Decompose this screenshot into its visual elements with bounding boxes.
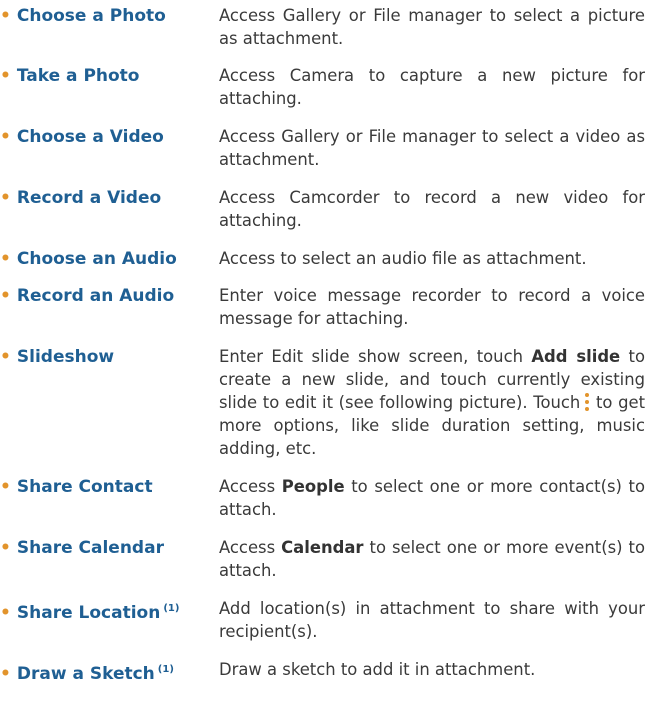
calendar-app-label: Calendar [281, 538, 364, 557]
term-label: Slideshow [16, 347, 115, 367]
item-term: • Share Location (1) [0, 597, 179, 625]
item-description: Access Camcorder to record a new video f… [219, 188, 645, 230]
footnote-marker: (1) [157, 664, 174, 675]
desc-text: Access [219, 477, 282, 496]
bullet-icon: • [0, 477, 11, 497]
term-label: Choose an Audio [16, 249, 177, 269]
desc-text: Enter Edit slide show screen, touch [219, 347, 532, 366]
bullet-icon: • [0, 538, 11, 558]
term-label: Choose a Video [16, 127, 164, 147]
desc-text: Access [219, 538, 282, 557]
item-term: • Share Calendar [0, 536, 164, 560]
footnote-marker: (1) [163, 603, 180, 614]
item-description: Enter voice message recorder to record a… [219, 286, 645, 328]
item-term: • Record an Audio [0, 284, 174, 308]
term-label: Share Contact [16, 477, 153, 497]
item-description: Access to select an audio file as attach… [219, 249, 587, 268]
item-term: • Record a Video [0, 186, 161, 210]
term-label: Share Location [16, 603, 161, 623]
bullet-icon: • [0, 249, 11, 269]
bullet-icon: • [0, 66, 11, 86]
bullet-icon: • [0, 286, 11, 306]
term-label: Take a Photo [16, 66, 140, 86]
bullet-icon: • [0, 603, 11, 623]
people-app-label: People [281, 477, 345, 496]
item-term: • Slideshow [0, 345, 114, 369]
item-description: Access Calendar to select one or more ev… [219, 536, 645, 582]
term-label: Share Calendar [16, 538, 164, 558]
item-term: • Take a Photo [0, 64, 140, 88]
term-label: Draw a Sketch [16, 664, 155, 684]
item-term: • Draw a Sketch (1) [0, 658, 174, 686]
item-term: • Choose a Photo [0, 4, 166, 28]
item-description: Access Camera to capture a new picture f… [219, 66, 645, 108]
item-description: Add location(s) in attachment to share w… [219, 599, 645, 641]
item-description: Draw a sketch to add it in attachment. [219, 660, 536, 679]
term-label: Record a Video [16, 188, 162, 208]
bullet-icon: • [0, 6, 11, 26]
term-label: Record an Audio [16, 286, 175, 306]
bullet-icon: • [0, 188, 11, 208]
bullet-icon: • [0, 664, 11, 684]
item-description: Enter Edit slide show screen, touch Add … [219, 345, 645, 460]
item-term: • Choose an Audio [0, 247, 177, 271]
item-description: Access Gallery or File manager to select… [219, 6, 645, 48]
item-description: Access People to select one or more cont… [219, 475, 645, 521]
more-vertical-icon [584, 392, 590, 411]
item-description: Access Gallery or File manager to select… [219, 127, 645, 169]
bullet-icon: • [0, 127, 11, 147]
add-slide-label: Add slide [531, 347, 621, 366]
bullet-icon: • [0, 347, 11, 367]
item-term: • Share Contact [0, 475, 153, 499]
term-label: Choose a Photo [16, 6, 166, 26]
item-term: • Choose a Video [0, 125, 164, 149]
